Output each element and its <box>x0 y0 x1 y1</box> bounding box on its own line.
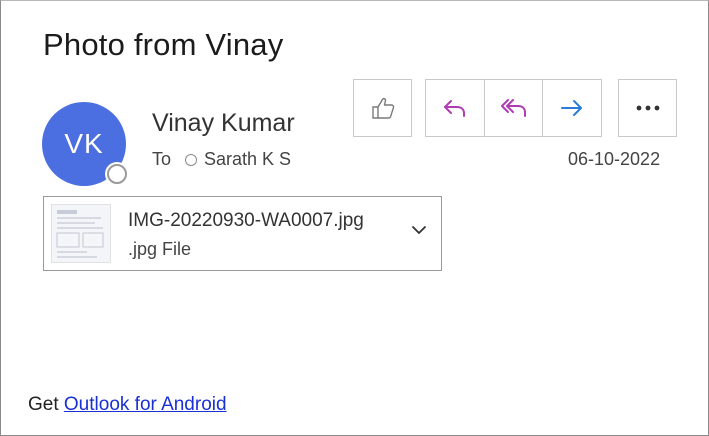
email-subject: Photo from Vinay <box>43 27 284 62</box>
more-options-button[interactable] <box>618 79 677 137</box>
like-button[interactable] <box>353 79 412 137</box>
email-signature: Get Outlook for Android <box>28 394 227 416</box>
email-date: 06-10-2022 <box>568 149 661 169</box>
recipient-status-icon <box>185 153 198 166</box>
reply-all-button[interactable] <box>485 80 544 136</box>
forward-icon <box>561 100 583 116</box>
sender-name[interactable]: Vinay Kumar <box>152 109 295 138</box>
avatar-initials: VK <box>64 128 104 159</box>
reply-button[interactable] <box>426 80 485 136</box>
signature-prefix: Get <box>28 394 59 415</box>
response-actions-group <box>425 79 602 137</box>
recipients-row: To Sarath K S <box>152 149 291 170</box>
chevron-down-icon[interactable] <box>411 224 427 236</box>
thumbs-up-icon <box>371 97 394 119</box>
more-options-icon <box>636 105 659 111</box>
recipient-name[interactable]: Sarath K S <box>204 149 291 170</box>
presence-status-icon <box>107 164 127 184</box>
forward-button[interactable] <box>543 80 601 136</box>
attachment-file-type: .jpg File <box>128 239 192 259</box>
attachment-file-name: IMG-20220930-WA0007.jpg <box>128 210 364 231</box>
reply-icon <box>443 100 465 117</box>
outlook-for-android-link[interactable]: Outlook for Android <box>64 394 227 415</box>
attachment-thumbnail <box>51 204 111 263</box>
to-label: To <box>152 149 172 169</box>
reply-all-icon <box>500 99 526 117</box>
attachment-card[interactable]: IMG-20220930-WA0007.jpg .jpg File <box>43 196 442 271</box>
email-reading-pane: Photo from Vinay VK Vinay Kumar To Sarat… <box>0 0 709 436</box>
